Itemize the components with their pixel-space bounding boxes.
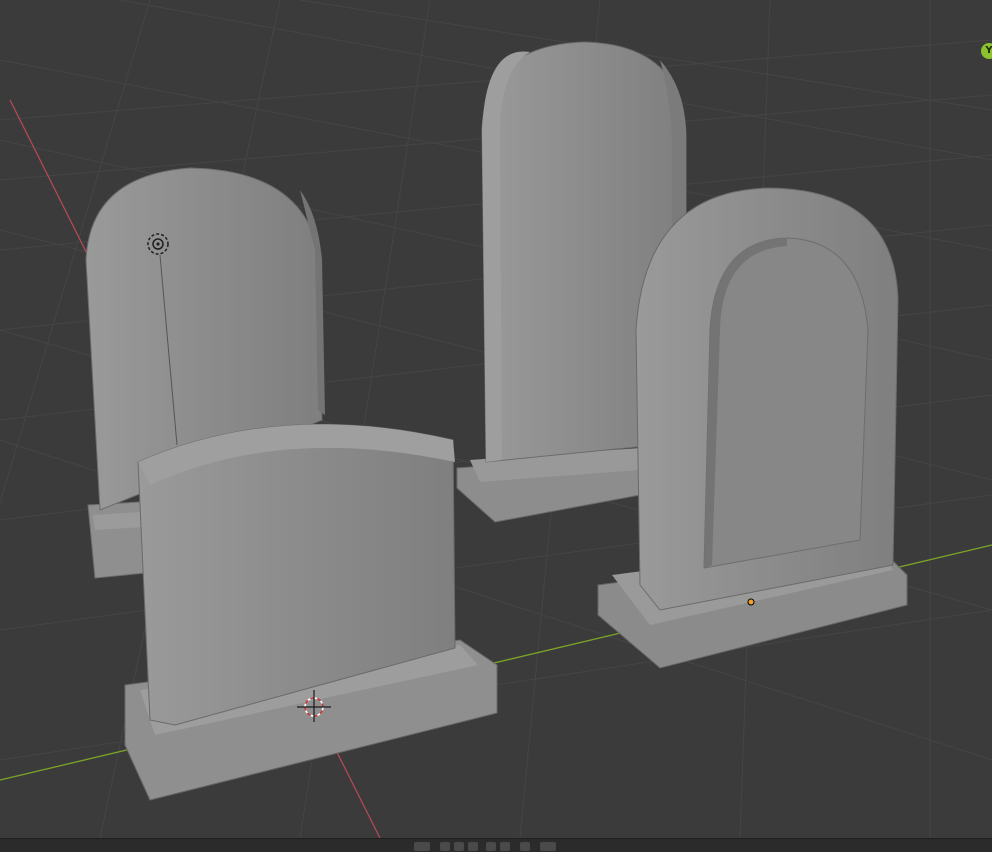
mode-c-button[interactable] bbox=[468, 842, 478, 851]
mode-d-button[interactable] bbox=[486, 842, 496, 851]
tombstone-curved-top[interactable] bbox=[124, 423, 498, 801]
axis-gizmo-y[interactable]: Y bbox=[981, 43, 992, 59]
viewport-canvas[interactable] bbox=[0, 0, 992, 838]
mode-e-button[interactable] bbox=[500, 842, 510, 851]
bottom-toolbar bbox=[0, 838, 992, 852]
mode-g-button[interactable] bbox=[540, 842, 556, 851]
object-origin-dot[interactable] bbox=[747, 598, 755, 606]
mode-a-button[interactable] bbox=[440, 842, 450, 851]
view-toggle-button[interactable] bbox=[414, 842, 430, 851]
mode-f-button[interactable] bbox=[520, 842, 530, 851]
mode-b-button[interactable] bbox=[454, 842, 464, 851]
3d-viewport[interactable]: Y bbox=[0, 0, 992, 838]
